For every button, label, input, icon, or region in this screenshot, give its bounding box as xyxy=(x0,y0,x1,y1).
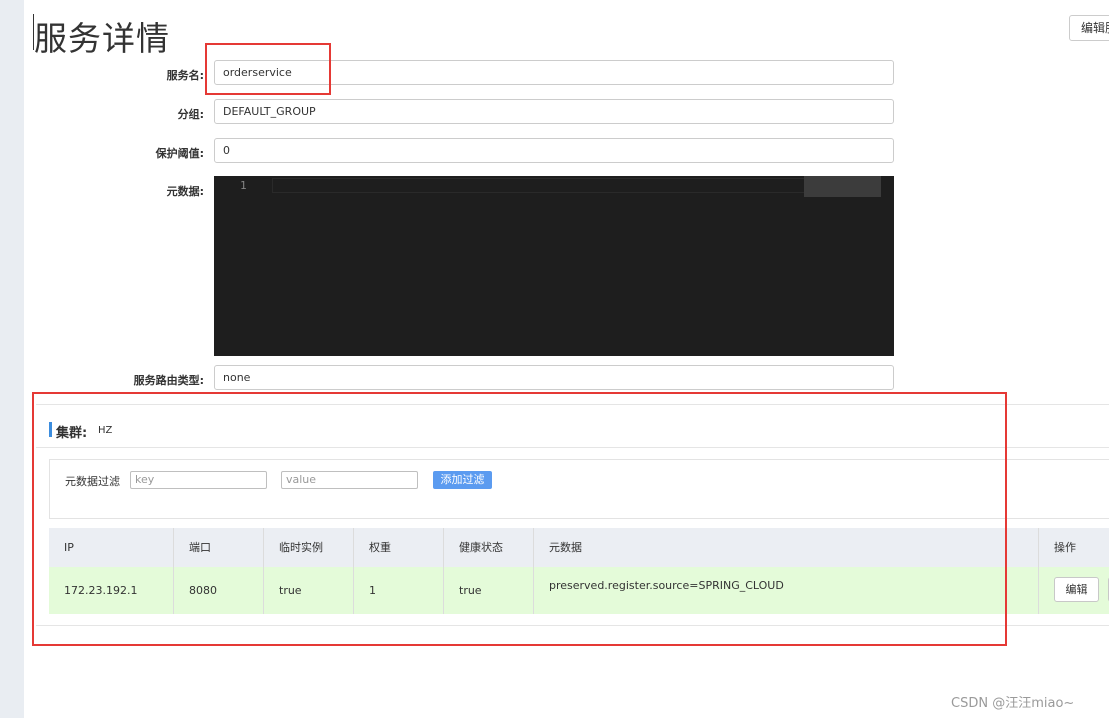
service-name-label: 服务名: xyxy=(166,69,204,82)
editor-current-line xyxy=(272,178,862,193)
page-title: 服务详情 xyxy=(34,19,170,58)
group-label: 分组: xyxy=(177,108,204,121)
cluster-highlight-box xyxy=(32,392,1007,646)
editor-line-number: 1 xyxy=(240,179,247,192)
metadata-label: 元数据: xyxy=(166,185,204,198)
edit-service-button[interactable]: 编辑服务 xyxy=(1069,15,1109,41)
metadata-code-editor[interactable]: 1 xyxy=(214,176,894,356)
service-name-highlight-box xyxy=(205,43,331,95)
editor-minimap[interactable] xyxy=(804,176,881,197)
protect-threshold-field[interactable]: 0 xyxy=(214,138,894,163)
group-field[interactable]: DEFAULT_GROUP xyxy=(214,99,894,124)
route-type-field[interactable]: none xyxy=(214,365,894,390)
protect-threshold-label: 保护阈值: xyxy=(155,147,204,160)
row-edit-button[interactable]: 编辑 xyxy=(1054,577,1099,602)
route-type-label: 服务路由类型: xyxy=(133,374,204,387)
header-actions: 操作 xyxy=(1054,541,1076,554)
watermark: CSDN @汪汪miao~ xyxy=(951,696,1075,711)
